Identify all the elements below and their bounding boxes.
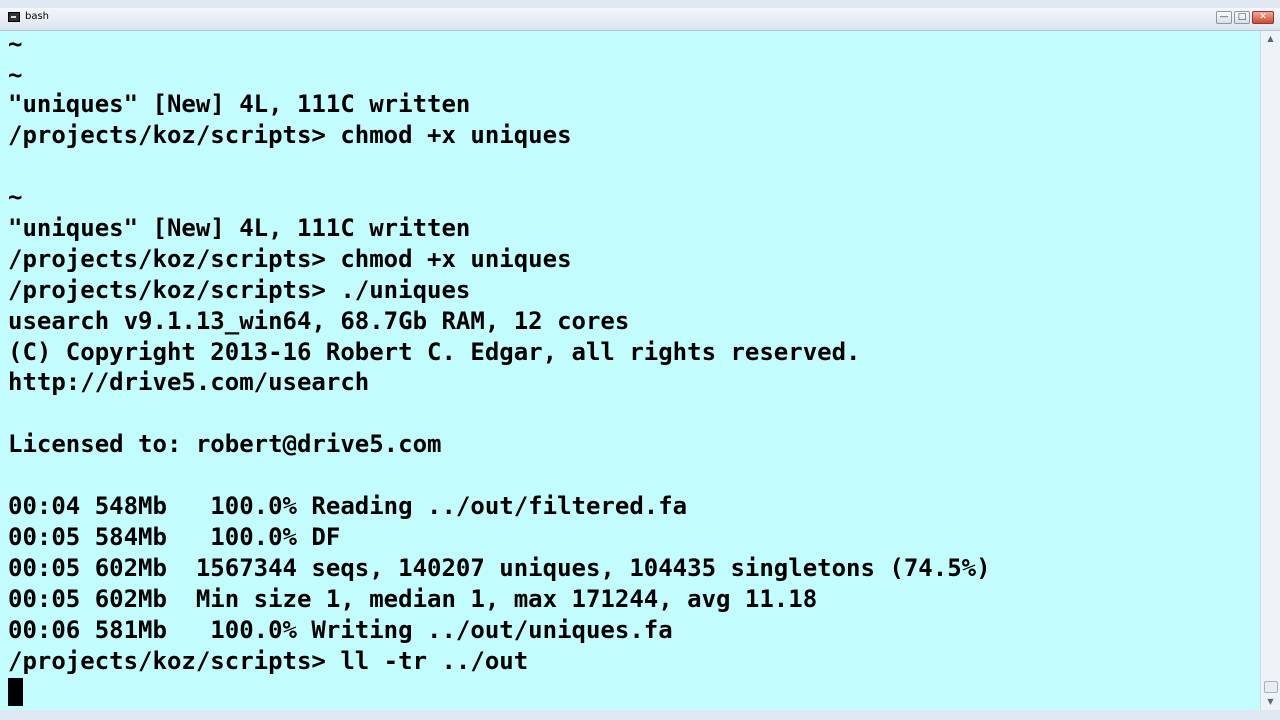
terminal-line: "uniques" [New] 4L, 111C written [8,90,471,118]
window-controls: — □ ✕ [1216,11,1274,24]
scroll-thumb[interactable] [1264,681,1278,693]
terminal-line: ~ [8,61,23,89]
maximize-button[interactable]: □ [1234,11,1250,24]
terminal-cursor [8,678,23,706]
terminal-line: (C) Copyright 2013-16 Robert C. Edgar, a… [8,338,861,366]
minimize-button[interactable]: — [1216,11,1232,24]
terminal-window: bash — □ ✕ ~ ~ "uniques" [New] 4L, 111C … [0,0,1280,720]
terminal-line: 00:05 602Mb 1567344 seqs, 140207 uniques… [8,554,991,582]
terminal-line: /projects/koz/scripts> chmod +x uniques [8,245,572,273]
window-title: bash [25,11,50,22]
terminal-line: /projects/koz/scripts> chmod +x uniques [8,121,572,149]
terminal-line: ~ [8,183,23,211]
terminal-line: 00:05 584Mb 100.0% DF [8,523,341,551]
vertical-scrollbar[interactable]: ▲ ▼ [1260,31,1280,710]
window-bottom-border [0,710,1280,720]
terminal-line: /projects/koz/scripts> ./uniques [8,276,471,304]
terminal-line: Licensed to: robert@drive5.com [8,430,442,458]
terminal-icon [8,12,20,22]
scroll-down-icon[interactable]: ▼ [1264,696,1277,708]
terminal-output[interactable]: ~ ~ "uniques" [New] 4L, 111C written /pr… [0,31,1260,710]
terminal-line: ~ [8,31,23,58]
terminal-line: 00:05 602Mb Min size 1, median 1, max 17… [8,585,818,613]
title-bar[interactable]: bash — □ ✕ [0,8,1280,31]
close-button[interactable]: ✕ [1252,11,1274,24]
terminal-line: usearch v9.1.13_win64, 68.7Gb RAM, 12 co… [8,307,630,335]
terminal-line: /projects/koz/scripts> ll -tr ../out [8,647,529,675]
terminal-line: http://drive5.com/usearch [8,368,370,396]
terminal-line: 00:06 581Mb 100.0% Writing ../out/unique… [8,616,673,644]
terminal-line: 00:04 548Mb 100.0% Reading ../out/filter… [8,492,688,520]
terminal-line: "uniques" [New] 4L, 111C written [8,214,471,242]
scroll-up-icon[interactable]: ▲ [1264,33,1277,45]
